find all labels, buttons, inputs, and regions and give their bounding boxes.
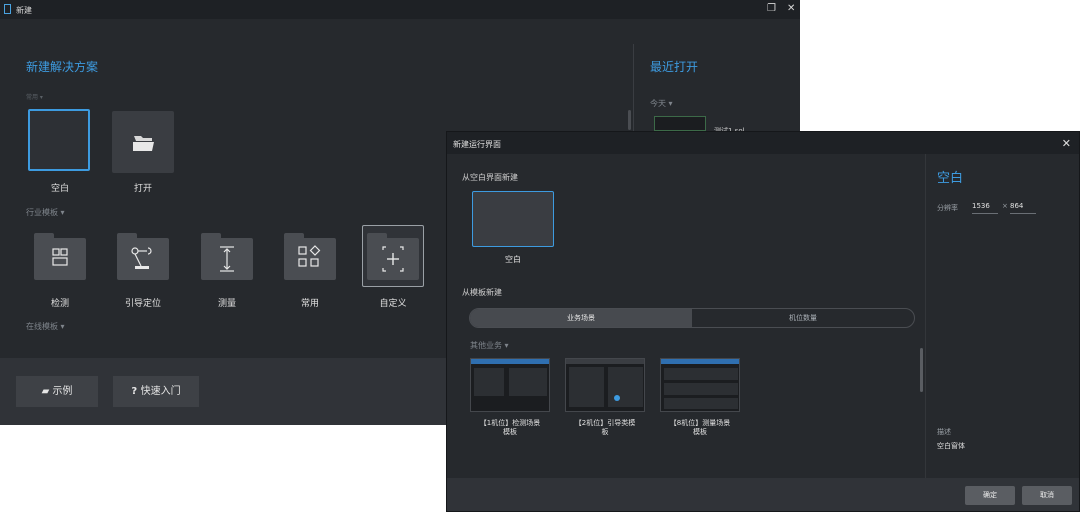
details-panel: 空白 分辨率 1536 × 864 描述 空白窗体	[925, 154, 1079, 478]
other-business-label[interactable]: 其他业务 ▾	[470, 340, 509, 351]
recent-item-thumbnail[interactable]	[654, 116, 706, 131]
column-divider	[633, 44, 634, 134]
template-scrollbar[interactable]	[920, 348, 923, 392]
question-icon: ?	[131, 386, 141, 397]
template-measure-label: 测量	[217, 299, 236, 309]
new-run-interface-dialog: 新建运行界面 ✕ 从空白界面新建 空白 从模板新建 业务场景 机位数量 其他业务…	[446, 131, 1080, 512]
thumb-pane	[509, 368, 547, 396]
open-solution-tile[interactable]	[112, 111, 174, 173]
quick-start-label: 快速入门	[140, 386, 181, 397]
blank-solution-tile[interactable]	[28, 109, 90, 171]
thumb-pane	[569, 367, 604, 407]
tab-camera-count[interactable]: 机位数量	[692, 309, 914, 327]
online-templates-label[interactable]: 在线模板 ▾	[26, 321, 65, 332]
thumb-toolbar	[566, 359, 644, 364]
from-template-label: 从模板新建	[462, 288, 502, 297]
close-icon[interactable]: ✕	[1062, 137, 1071, 150]
template-2-label: 【2机位】引导类模 板	[557, 419, 653, 437]
resolution-width-input[interactable]: 1536	[972, 202, 998, 214]
industry-templates-label[interactable]: 行业模板 ▾	[26, 207, 65, 218]
left-scrollbar[interactable]	[628, 110, 631, 130]
blank-solution-label: 空白	[50, 184, 69, 194]
quick-start-button[interactable]: ? 快速入门	[113, 376, 199, 407]
template-guide-tile[interactable]	[117, 233, 169, 280]
description-value: 空白窗体	[937, 442, 965, 450]
template-1-label: 【1机位】检测场景 模板	[462, 419, 558, 437]
blank-interface-tile[interactable]	[472, 191, 554, 247]
resolution-height-input[interactable]: 864	[1010, 202, 1036, 214]
dialog-footer: 确定 取消	[447, 478, 1079, 511]
ok-button[interactable]: 确定	[965, 486, 1015, 505]
template-2-thumbnail[interactable]	[565, 358, 645, 412]
resolution-label: 分辨率	[937, 204, 958, 212]
template-3-thumbnail[interactable]	[660, 358, 740, 412]
window-titlebar: 新建 ❐ ✕	[0, 0, 800, 19]
template-measure-tile[interactable]	[201, 233, 253, 280]
from-blank-label: 从空白界面新建	[462, 173, 518, 182]
template-1-label-line1: 【1机位】检测场景	[479, 419, 541, 427]
blank-interface-label: 空白	[505, 255, 521, 264]
template-3-label-line1: 【8机位】测量场景	[669, 419, 731, 427]
template-inspect-tile[interactable]	[34, 233, 86, 280]
template-2-label-line2: 板	[601, 428, 609, 436]
template-custom-tile[interactable]	[362, 225, 424, 287]
thumb-pane	[608, 367, 643, 407]
dialog-titlebar: 新建运行界面 ✕	[447, 132, 1079, 154]
cancel-button[interactable]: 取消	[1022, 486, 1072, 505]
template-custom-label: 自定义	[379, 299, 407, 309]
folder-icon: ▰	[41, 386, 53, 397]
dialog-title: 新建运行界面	[453, 140, 501, 149]
template-2-label-line1: 【2机位】引导类模	[574, 419, 636, 427]
template-3-label: 【8机位】测量场景 模板	[652, 419, 748, 437]
recent-group-label[interactable]: 常用 ▾	[26, 92, 43, 101]
restore-icon[interactable]: ❐	[767, 3, 776, 15]
robot-arm-icon	[131, 247, 152, 269]
thumb-pane	[664, 368, 738, 380]
thumb-pane	[474, 368, 504, 396]
grid-icon	[298, 245, 321, 267]
window-title: 新建	[16, 6, 32, 15]
tab-business-scene[interactable]: 业务场景	[470, 309, 692, 327]
thumb-pane	[664, 383, 738, 395]
template-guide-label: 引导定位	[124, 299, 161, 309]
examples-button[interactable]: ▰ 示例	[16, 376, 98, 407]
template-common-tile[interactable]	[284, 233, 336, 280]
close-icon[interactable]: ✕	[787, 3, 795, 15]
template-common-label: 常用	[300, 299, 319, 309]
measure-icon	[220, 246, 234, 272]
filter-segmented-control: 业务场景 机位数量	[469, 308, 915, 328]
plus-frame-icon	[382, 246, 404, 272]
thumb-accent	[614, 395, 620, 401]
template-1-thumbnail[interactable]	[470, 358, 550, 412]
template-custom-folder	[367, 233, 419, 280]
examples-label: 示例	[52, 386, 73, 397]
document-icon	[4, 4, 11, 14]
details-title: 空白	[937, 171, 964, 186]
recent-heading: 最近打开	[650, 60, 699, 74]
new-solution-heading: 新建解决方案	[26, 60, 99, 74]
description-label: 描述	[937, 428, 951, 436]
template-3-label-line2: 模板	[693, 428, 707, 436]
folder-open-icon	[133, 136, 154, 151]
inspect-icon	[52, 248, 68, 266]
thumb-toolbar	[471, 359, 549, 364]
template-1-label-line2: 模板	[503, 428, 517, 436]
open-solution-label: 打开	[133, 184, 152, 194]
resolution-separator: ×	[1002, 202, 1008, 210]
template-inspect-label: 检测	[50, 299, 69, 309]
today-label[interactable]: 今天 ▾	[650, 98, 673, 109]
thumb-toolbar	[661, 359, 739, 364]
thumb-pane	[664, 398, 738, 409]
